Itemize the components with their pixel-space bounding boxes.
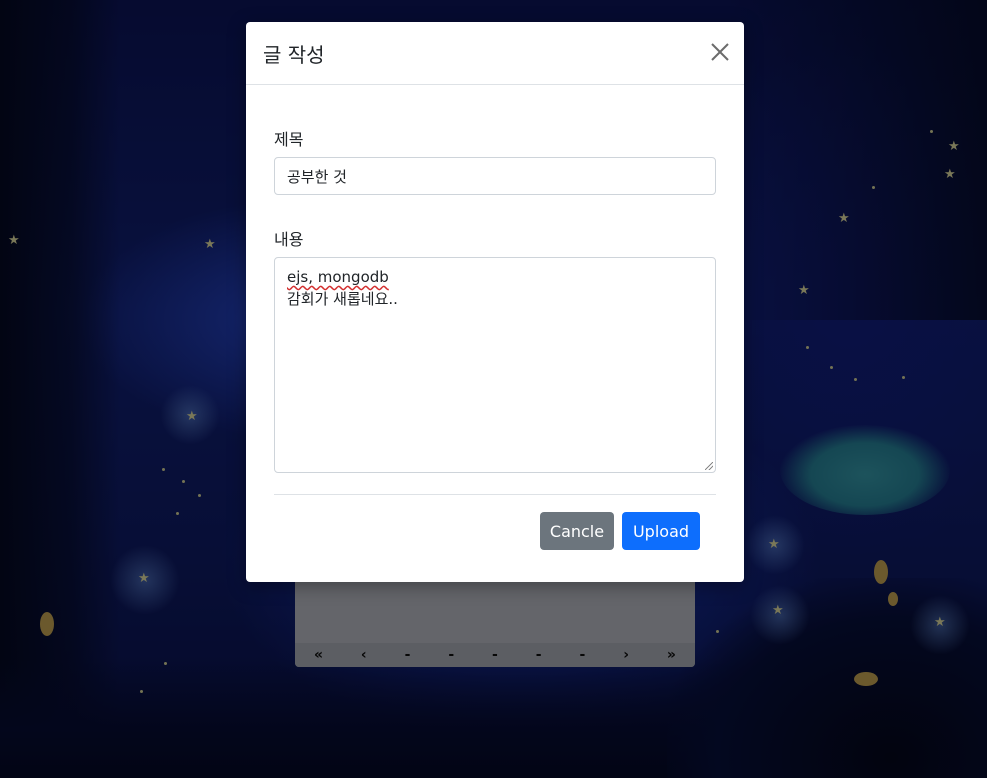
close-button[interactable] bbox=[710, 42, 730, 62]
title-input[interactable] bbox=[274, 157, 716, 195]
write-post-modal: 글 작성 제목 내용 ejs, mongodb 감회가 새롭네요.. Cancl… bbox=[246, 22, 744, 582]
content-label: 내용 bbox=[274, 230, 304, 249]
title-label: 제목 bbox=[274, 130, 304, 149]
modal-footer-divider bbox=[274, 494, 716, 495]
content-textarea[interactable]: ejs, mongodb 감회가 새롭네요.. bbox=[274, 257, 716, 473]
close-icon bbox=[711, 43, 729, 61]
upload-button[interactable]: Upload bbox=[622, 512, 700, 550]
content-line: ejs, mongodb bbox=[287, 268, 389, 286]
modal-header: 글 작성 bbox=[246, 22, 744, 85]
cancel-button[interactable]: Cancle bbox=[540, 512, 614, 550]
modal-title: 글 작성 bbox=[263, 43, 325, 67]
content-line: 감회가 새롭네요.. bbox=[287, 290, 398, 308]
resize-handle[interactable] bbox=[705, 462, 713, 470]
